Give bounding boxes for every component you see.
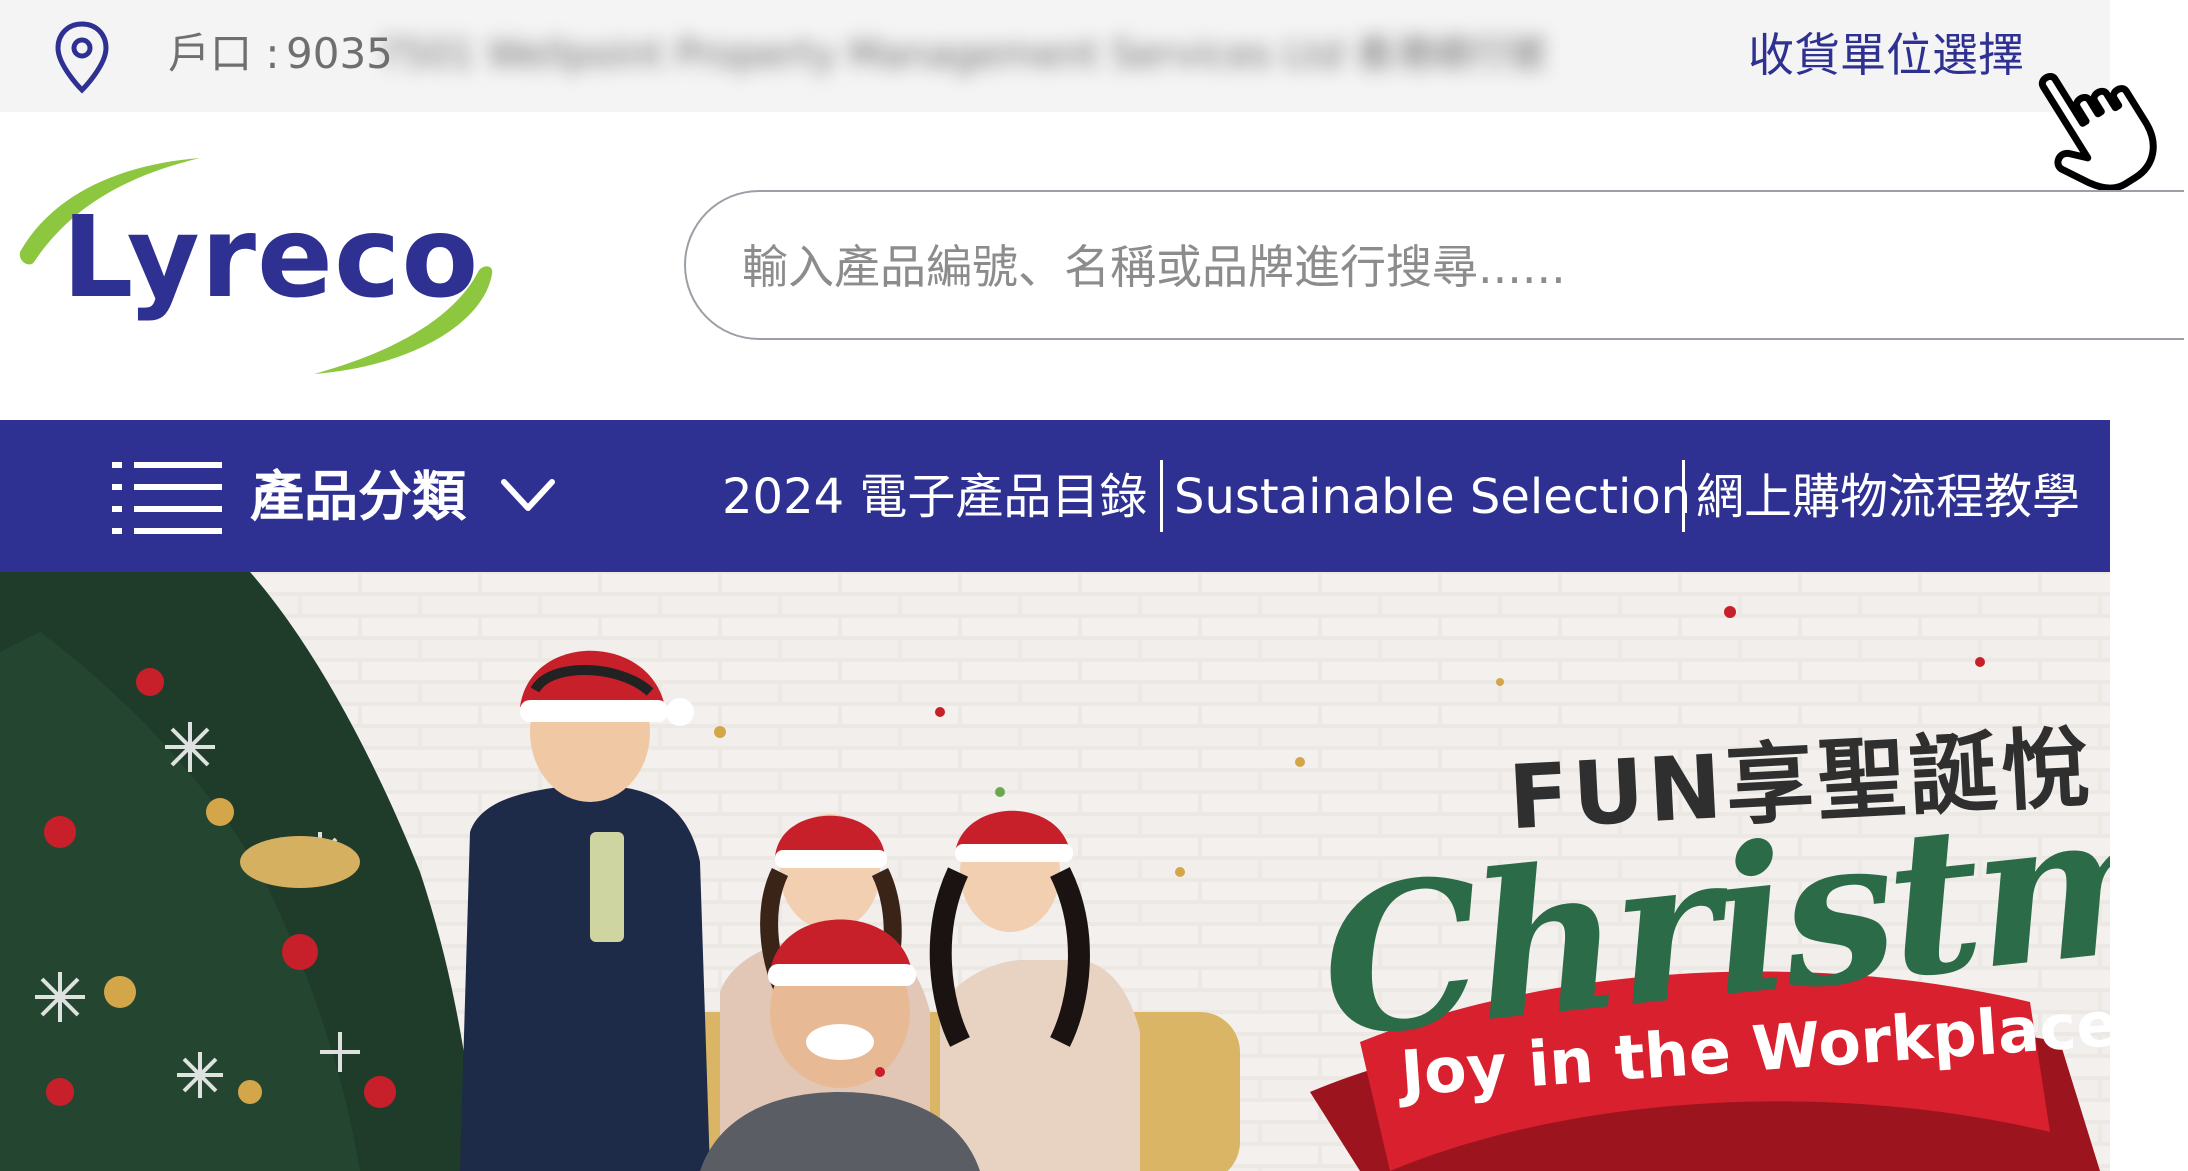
search-input[interactable]	[740, 228, 2044, 306]
account-number: 9035	[286, 29, 393, 78]
hamburger-menu-icon[interactable]	[112, 460, 222, 534]
nav-link-electronics-catalog[interactable]: 2024 電子產品目錄	[722, 462, 1147, 532]
account-bar: 戶口 : 9035 7501 Wellpoint Property Manage…	[0, 0, 2110, 112]
delivery-unit-select-link[interactable]: 收貨單位選擇	[1748, 22, 2024, 88]
product-category-menu[interactable]: 產品分類	[250, 462, 466, 532]
account-name-obscured: 7501 Wellpoint Property Management Servi…	[378, 32, 1546, 76]
account-label: 戶口 :	[168, 29, 280, 78]
main-nav: 產品分類 2024 電子產品目錄 Sustainable Selection 網…	[0, 420, 2110, 572]
nav-link-shopping-tutorial[interactable]: 網上購物流程教學	[1696, 462, 2080, 532]
logo-text: Lyreco	[62, 193, 480, 323]
nav-divider	[1160, 460, 1163, 532]
search-bar	[684, 190, 2184, 340]
christmas-hero-banner[interactable]: FUN享聖誕悅 Christmas Joy in the Workplace	[0, 572, 2110, 1171]
hand-pointer-cursor-icon	[2038, 73, 2157, 192]
location-pin-icon	[55, 21, 109, 94]
nav-link-sustainable-selection[interactable]: Sustainable Selection	[1174, 462, 1691, 532]
nav-divider	[1682, 460, 1685, 532]
chevron-down-icon[interactable]	[500, 476, 556, 516]
page: 戶口 : 9035 7501 Wellpoint Property Manage…	[0, 0, 2188, 1171]
